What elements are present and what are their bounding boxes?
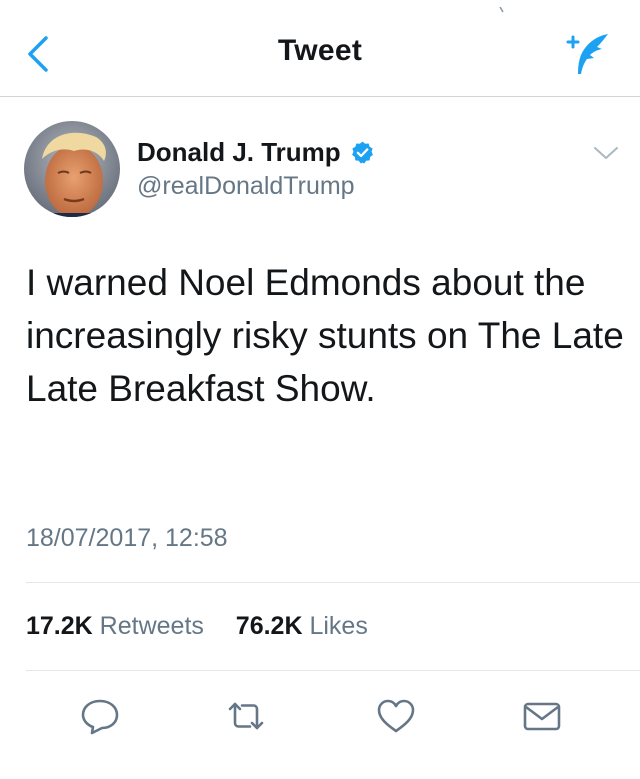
divider [26,582,640,583]
verified-badge-icon [350,140,375,165]
likes-label: Likes [309,612,368,640]
likes-count: 76.2K [235,612,303,640]
profile-photo [24,121,120,217]
chevron-down-icon [594,147,618,159]
page-title: Tweet [277,34,363,67]
reply-button[interactable] [78,696,122,736]
compose-tweet-icon [566,34,608,74]
retweets-stat[interactable]: 17.2K Retweets [26,612,211,640]
reply-icon [81,699,119,735]
author-name[interactable]: Donald J. Trump [137,137,375,168]
tweet-timestamp: 18/07/2017, 12:58 [26,524,228,552]
retweet-button[interactable] [224,696,268,736]
retweet-icon [228,702,264,730]
compose-tweet-button[interactable] [562,30,614,78]
tweet-stats: 17.2K Retweets 76.2K Likes [26,612,368,641]
author-name-text: Donald J. Trump [137,137,341,167]
divider [26,670,640,671]
heart-icon [377,699,415,733]
likes-stat[interactable]: 76.2K Likes [229,612,368,640]
tweet-text: I warned Noel Edmonds about the increasi… [26,262,624,409]
avatar[interactable] [24,121,120,217]
direct-message-button[interactable] [520,696,564,736]
tweet-options-button[interactable] [592,143,620,163]
like-button[interactable] [374,696,418,736]
retweets-label: Retweets [99,612,204,640]
author-handle[interactable]: @realDonaldTrump [137,172,355,201]
navigation-bar: Tweet [0,0,640,97]
retweets-count: 17.2K [26,612,93,640]
direct-message-icon [523,702,561,731]
